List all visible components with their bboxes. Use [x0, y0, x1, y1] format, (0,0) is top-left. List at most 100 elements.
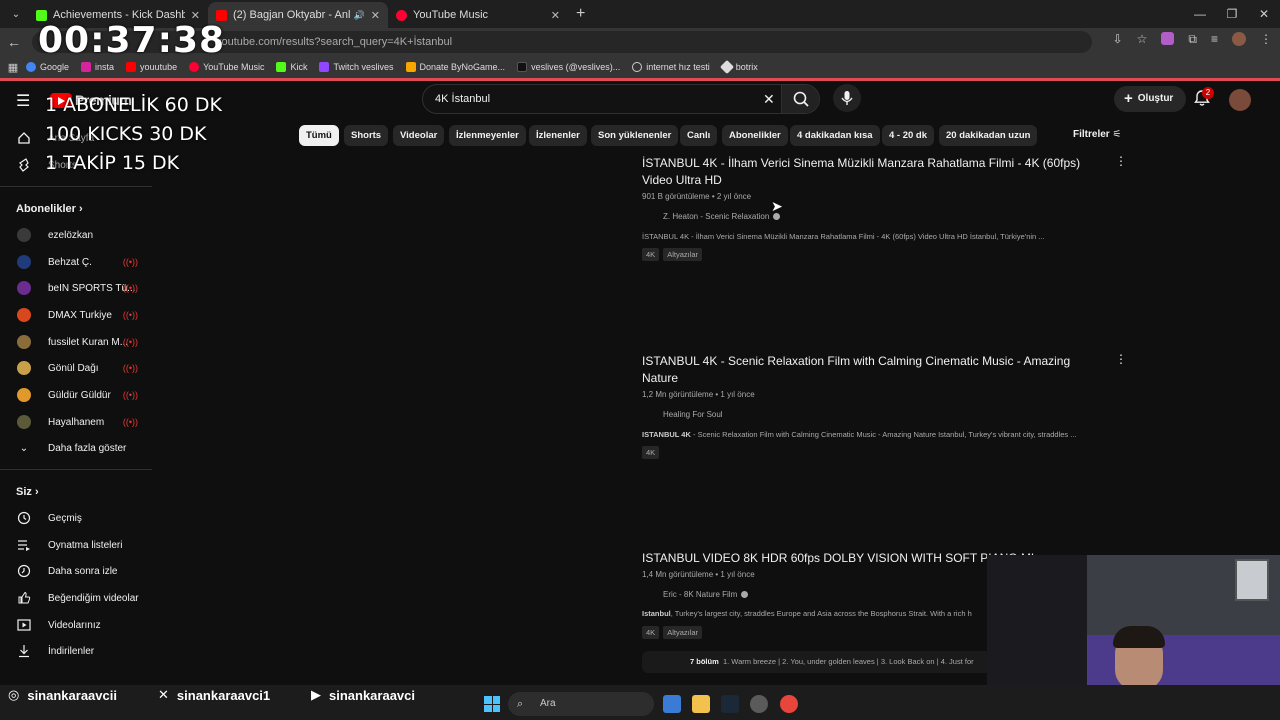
search-input[interactable]: 4K İstanbul: [435, 93, 490, 105]
tab-title: (2) Bagjan Oktyabr - Anlatam: [233, 9, 350, 21]
bookmark-youtube[interactable]: youutube: [126, 62, 177, 72]
bookmark-tiktok[interactable]: veslives (@veslives)...: [517, 62, 620, 72]
url-text: youtube.com/results?search_query=4K+İsta…: [216, 36, 453, 48]
chip-watched[interactable]: İzlenenler: [529, 125, 587, 146]
verified-badge-icon: [741, 590, 749, 598]
chapters-list: 1. Warm breeze | 2. You, under golden le…: [722, 657, 974, 666]
windows-start-icon[interactable]: [484, 696, 500, 712]
back-arrow-icon[interactable]: ←: [0, 34, 28, 50]
photos-app-icon[interactable]: [663, 695, 681, 713]
voice-search-button[interactable]: [833, 84, 861, 112]
close-tab-icon[interactable]: ✕: [371, 9, 380, 22]
chip-all[interactable]: Tümü: [299, 125, 339, 146]
new-tab-button[interactable]: +: [576, 5, 585, 23]
more-actions-icon[interactable]: ⋮: [1115, 155, 1127, 167]
minimize-icon[interactable]: —: [1184, 0, 1216, 28]
create-button[interactable]: + Oluştur: [1114, 86, 1186, 112]
search-button[interactable]: [781, 85, 819, 113]
social-instagram: ◎ sinankaraavcii: [8, 687, 117, 703]
notifications-button[interactable]: 2: [1193, 87, 1214, 112]
close-window-icon[interactable]: ✕: [1248, 0, 1280, 28]
sidebar-item-label: Oynatma listeleri: [48, 539, 123, 551]
browser-tab-ytmusic[interactable]: YouTube Music ✕: [388, 2, 568, 28]
chip-under-4-min[interactable]: 4 dakikadan kısa: [790, 125, 880, 146]
clear-search-icon[interactable]: ✕: [763, 91, 775, 108]
video-title[interactable]: ISTANBUL 4K - Scenic Relaxation Film wit…: [642, 353, 1082, 387]
channel-link[interactable]: Eric - 8K Nature Film: [642, 586, 749, 602]
chip-subscriptions[interactable]: Abonelikler: [722, 125, 788, 146]
media-controls-icon[interactable]: ≡: [1211, 32, 1218, 47]
kick-icon: [276, 62, 287, 72]
sidebar-sub-gonul-dagi[interactable]: Gönül Dağı ((•)): [0, 355, 156, 381]
youtube-music-favicon-icon: [396, 9, 407, 21]
you-heading[interactable]: Siz ›: [16, 486, 39, 498]
channel-link[interactable]: Healing For Soul: [642, 406, 723, 422]
file-explorer-icon[interactable]: [692, 695, 710, 713]
profile-avatar-icon[interactable]: [1232, 32, 1246, 46]
taskbar-search[interactable]: ⌕ Ara: [508, 692, 654, 716]
sidebar-item-label: DMAX Turkiye: [48, 309, 112, 321]
sidebar-item-watch-later[interactable]: Daha sonra izle: [0, 558, 156, 584]
channel-link[interactable]: Z. Heaton - Scenic Relaxation: [642, 208, 781, 224]
bookmark-botrix[interactable]: botrix: [719, 59, 758, 75]
home-icon: [17, 131, 31, 145]
sidebar-item-downloads[interactable]: İndirilenler: [0, 638, 156, 664]
steam-icon[interactable]: [721, 695, 739, 713]
sidebar-sub-hayalhanem[interactable]: Hayalhanem ((•)): [0, 409, 156, 435]
sidebar-sub-dmax[interactable]: DMAX Turkiye ((•)): [0, 302, 156, 328]
sidebar-sub-fussilet[interactable]: fussilet Kuran M... ((•)): [0, 329, 156, 355]
install-app-icon[interactable]: ⇩: [1113, 32, 1123, 47]
apps-grid-icon[interactable]: ▦: [0, 61, 26, 74]
sidebar-item-playlists[interactable]: Oynatma listeleri: [0, 532, 156, 558]
sidebar-sub-guldur[interactable]: Güldür Güldür ((•)): [0, 382, 156, 408]
sidebar-sub-ezelozkan[interactable]: ezelözkan: [0, 222, 156, 248]
bookmark-speedtest[interactable]: internet hız testi: [632, 62, 710, 72]
sidebar-item-your-videos[interactable]: Videolarınız: [0, 612, 156, 638]
browser-menu-icon[interactable]: ⋮: [1260, 32, 1272, 47]
bookmark-insta[interactable]: insta: [81, 62, 114, 72]
bookmark-label: botrix: [735, 62, 758, 72]
speaker-icon[interactable]: 🔊: [354, 10, 365, 21]
channel-avatar: [17, 255, 31, 269]
chip-live[interactable]: Canlı: [680, 125, 718, 146]
more-actions-icon[interactable]: ⋮: [1115, 353, 1127, 365]
chip-videos[interactable]: Videolar: [393, 125, 445, 146]
bookmark-star-icon[interactable]: ☆: [1137, 32, 1148, 47]
sidebar-sub-bein[interactable]: beIN SPORTS Tü... ((•)): [0, 275, 156, 301]
tab-search-button[interactable]: ⌄: [4, 4, 28, 24]
bookmark-kick[interactable]: Kick: [276, 62, 307, 72]
menu-icon[interactable]: ☰: [16, 91, 30, 111]
video-title[interactable]: ISTANBUL VIDEO 8K HDR 60fps DOLBY VISION…: [642, 550, 1037, 567]
subscriptions-heading[interactable]: Abonelikler ›: [16, 203, 83, 215]
account-avatar[interactable]: [1229, 89, 1251, 111]
filters-button[interactable]: Filtreler ⚟: [1073, 129, 1121, 140]
youtube-favicon-icon: [216, 9, 227, 21]
extension-icon[interactable]: [1161, 32, 1175, 45]
video-title[interactable]: İSTANBUL 4K - İlham Verici Sinema Müzikl…: [642, 155, 1082, 189]
bookmark-twitch[interactable]: Twitch veslives: [319, 62, 394, 72]
restore-icon[interactable]: ❐: [1216, 0, 1248, 28]
chip-recent[interactable]: Son yüklenenler: [591, 125, 679, 146]
sidebar-sub-behzat[interactable]: Behzat Ç. ((•)): [0, 249, 156, 275]
chip-shorts[interactable]: Shorts: [344, 125, 389, 146]
chrome-icon[interactable]: [780, 695, 798, 713]
chip-over-20-min[interactable]: 20 dakikadan uzun: [939, 125, 1038, 146]
sidebar-item-liked[interactable]: Beğendiğim videolar: [0, 585, 156, 611]
close-tab-icon[interactable]: ✕: [551, 9, 560, 22]
chapters-strip[interactable]: 7 bölüm 1. Warm breeze | 2. You, under g…: [642, 651, 992, 673]
browser-tab-youtube[interactable]: (2) Bagjan Oktyabr - Anlatam 🔊 ✕: [208, 2, 388, 28]
chip-4-20-min[interactable]: 4 - 20 dk: [882, 125, 935, 146]
show-more-button[interactable]: ⌄ Daha fazla göster: [0, 435, 156, 461]
bookmark-youtube-music[interactable]: YouTube Music: [189, 62, 264, 72]
sidebar-item-history[interactable]: Geçmiş: [0, 505, 156, 531]
sidebar-item-label: Behzat Ç.: [48, 256, 92, 268]
badge-row: 4K Altyazılar: [642, 248, 703, 261]
badge: 4K: [642, 626, 660, 639]
video-description: Istanbul, Turkey's largest city, straddl…: [642, 609, 987, 618]
app-icon[interactable]: [750, 695, 768, 713]
search-box[interactable]: 4K İstanbul ✕: [422, 84, 820, 114]
bookmark-google[interactable]: Google: [26, 62, 69, 72]
bookmark-donate[interactable]: Donate ByNoGame...: [405, 62, 505, 72]
extensions-puzzle-icon[interactable]: ⧉: [1188, 32, 1197, 47]
chip-unwatched[interactable]: İzlenmeyenler: [449, 125, 526, 146]
